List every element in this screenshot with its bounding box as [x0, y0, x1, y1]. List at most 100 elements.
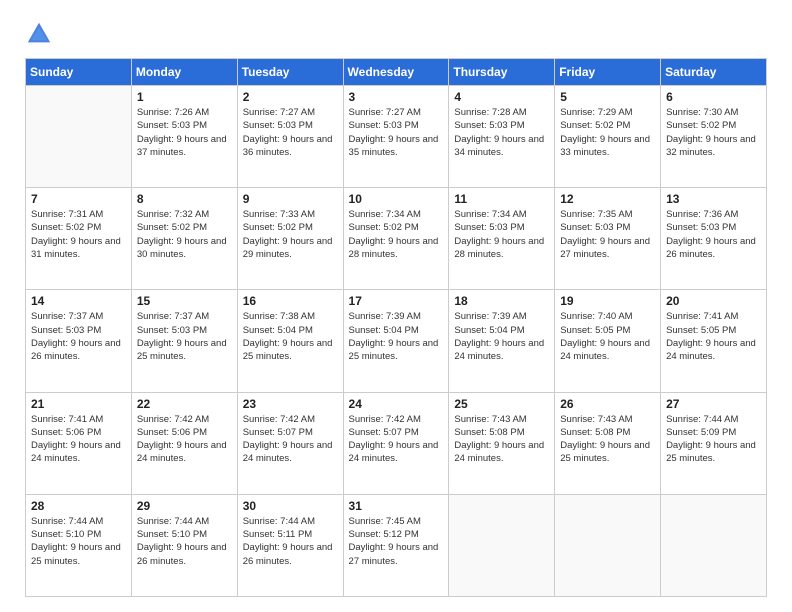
calendar-day-cell: 31 Sunrise: 7:45 AMSunset: 5:12 PMDayligh… [343, 494, 449, 596]
day-info: Sunrise: 7:40 AMSunset: 5:05 PMDaylight:… [560, 311, 650, 362]
calendar-weekday-monday: Monday [131, 59, 237, 86]
calendar-day-cell: 25Sunrise: 7:43 AMSunset: 5:08 PMDayligh… [449, 392, 555, 494]
day-info: Sunrise: 7:42 AMSunset: 5:07 PMDaylight:… [349, 414, 439, 465]
day-info: Sunrise: 7:44 AMSunset: 5:10 PMDaylight:… [137, 516, 227, 567]
day-number: 1 [137, 90, 232, 104]
calendar-day-cell: 8 Sunrise: 7:32 AMSunset: 5:02 PMDaylight… [131, 188, 237, 290]
calendar-day-cell: 23 Sunrise: 7:42 AMSunset: 5:07 PMDayligh… [237, 392, 343, 494]
calendar-day-cell: 9 Sunrise: 7:33 AMSunset: 5:02 PMDaylight… [237, 188, 343, 290]
day-number: 6 [666, 90, 761, 104]
day-info: Sunrise: 7:30 AMSunset: 5:02 PMDaylight:… [666, 107, 756, 158]
day-info: Sunrise: 7:38 AMSunset: 5:04 PMDaylight:… [243, 311, 333, 362]
day-info: Sunrise: 7:41 AMSunset: 5:06 PMDaylight:… [31, 414, 121, 465]
calendar-weekday-tuesday: Tuesday [237, 59, 343, 86]
calendar-weekday-saturday: Saturday [661, 59, 767, 86]
day-info: Sunrise: 7:44 AMSunset: 5:09 PMDaylight:… [666, 414, 756, 465]
calendar-day-cell: 6 Sunrise: 7:30 AMSunset: 5:02 PMDaylight… [661, 86, 767, 188]
logo-icon [25, 20, 53, 48]
calendar-week-row: 21 Sunrise: 7:41 AMSunset: 5:06 PMDayligh… [26, 392, 767, 494]
day-number: 2 [243, 90, 338, 104]
calendar-day-cell: 13Sunrise: 7:36 AMSunset: 5:03 PMDayligh… [661, 188, 767, 290]
page: SundayMondayTuesdayWednesdayThursdayFrid… [0, 0, 792, 612]
day-info: Sunrise: 7:29 AMSunset: 5:02 PMDaylight:… [560, 107, 650, 158]
day-number: 7 [31, 192, 126, 206]
calendar-day-cell: 24 Sunrise: 7:42 AMSunset: 5:07 PMDayligh… [343, 392, 449, 494]
logo [25, 20, 57, 48]
day-info: Sunrise: 7:39 AMSunset: 5:04 PMDaylight:… [454, 311, 544, 362]
day-info: Sunrise: 7:28 AMSunset: 5:03 PMDaylight:… [454, 107, 544, 158]
day-number: 30 [243, 499, 338, 513]
day-number: 24 [349, 397, 444, 411]
day-number: 15 [137, 294, 232, 308]
calendar-day-cell: 16 Sunrise: 7:38 AMSunset: 5:04 PMDayligh… [237, 290, 343, 392]
calendar-day-cell: 29 Sunrise: 7:44 AMSunset: 5:10 PMDayligh… [131, 494, 237, 596]
day-number: 17 [349, 294, 444, 308]
calendar-day-cell: 15Sunrise: 7:37 AMSunset: 5:03 PMDayligh… [131, 290, 237, 392]
day-info: Sunrise: 7:33 AMSunset: 5:02 PMDaylight:… [243, 209, 333, 260]
day-info: Sunrise: 7:27 AMSunset: 5:03 PMDaylight:… [349, 107, 439, 158]
day-number: 26 [560, 397, 655, 411]
calendar-day-cell: 5 Sunrise: 7:29 AMSunset: 5:02 PMDaylight… [555, 86, 661, 188]
day-info: Sunrise: 7:32 AMSunset: 5:02 PMDaylight:… [137, 209, 227, 260]
day-info: Sunrise: 7:37 AMSunset: 5:03 PMDaylight:… [31, 311, 121, 362]
calendar-week-row: 28 Sunrise: 7:44 AMSunset: 5:10 PMDayligh… [26, 494, 767, 596]
day-number: 3 [349, 90, 444, 104]
day-number: 5 [560, 90, 655, 104]
calendar-weekday-friday: Friday [555, 59, 661, 86]
day-number: 28 [31, 499, 126, 513]
calendar-day-cell: 11 Sunrise: 7:34 AMSunset: 5:03 PMDayligh… [449, 188, 555, 290]
day-info: Sunrise: 7:44 AMSunset: 5:11 PMDaylight:… [243, 516, 333, 567]
day-number: 21 [31, 397, 126, 411]
calendar-day-cell: 10Sunrise: 7:34 AMSunset: 5:02 PMDayligh… [343, 188, 449, 290]
day-number: 25 [454, 397, 549, 411]
calendar-day-cell: 14 Sunrise: 7:37 AMSunset: 5:03 PMDayligh… [26, 290, 132, 392]
calendar-header-row: SundayMondayTuesdayWednesdayThursdayFrid… [26, 59, 767, 86]
calendar-day-cell: 3 Sunrise: 7:27 AMSunset: 5:03 PMDaylight… [343, 86, 449, 188]
day-number: 23 [243, 397, 338, 411]
calendar-day-cell: 28Sunrise: 7:44 AMSunset: 5:10 PMDayligh… [26, 494, 132, 596]
day-number: 27 [666, 397, 761, 411]
day-info: Sunrise: 7:26 AMSunset: 5:03 PMDaylight:… [137, 107, 227, 158]
calendar-day-cell [555, 494, 661, 596]
day-number: 10 [349, 192, 444, 206]
day-info: Sunrise: 7:27 AMSunset: 5:03 PMDaylight:… [243, 107, 333, 158]
calendar-day-cell [661, 494, 767, 596]
day-number: 31 [349, 499, 444, 513]
calendar-day-cell: 18 Sunrise: 7:39 AMSunset: 5:04 PMDayligh… [449, 290, 555, 392]
day-number: 14 [31, 294, 126, 308]
day-number: 16 [243, 294, 338, 308]
day-info: Sunrise: 7:45 AMSunset: 5:12 PMDaylight:… [349, 516, 439, 567]
day-number: 13 [666, 192, 761, 206]
day-number: 29 [137, 499, 232, 513]
calendar-weekday-wednesday: Wednesday [343, 59, 449, 86]
calendar-week-row: 14 Sunrise: 7:37 AMSunset: 5:03 PMDayligh… [26, 290, 767, 392]
calendar-day-cell [449, 494, 555, 596]
day-info: Sunrise: 7:42 AMSunset: 5:07 PMDaylight:… [243, 414, 333, 465]
calendar-table: SundayMondayTuesdayWednesdayThursdayFrid… [25, 58, 767, 597]
calendar-day-cell: 27 Sunrise: 7:44 AMSunset: 5:09 PMDayligh… [661, 392, 767, 494]
calendar-day-cell [26, 86, 132, 188]
day-number: 9 [243, 192, 338, 206]
calendar-day-cell: 12Sunrise: 7:35 AMSunset: 5:03 PMDayligh… [555, 188, 661, 290]
day-number: 20 [666, 294, 761, 308]
calendar-day-cell: 30 Sunrise: 7:44 AMSunset: 5:11 PMDayligh… [237, 494, 343, 596]
day-number: 22 [137, 397, 232, 411]
calendar-day-cell: 1 Sunrise: 7:26 AMSunset: 5:03 PMDaylight… [131, 86, 237, 188]
day-number: 19 [560, 294, 655, 308]
day-number: 8 [137, 192, 232, 206]
calendar-day-cell: 26Sunrise: 7:43 AMSunset: 5:08 PMDayligh… [555, 392, 661, 494]
day-number: 11 [454, 192, 549, 206]
calendar-weekday-thursday: Thursday [449, 59, 555, 86]
calendar-week-row: 7 Sunrise: 7:31 AMSunset: 5:02 PMDaylight… [26, 188, 767, 290]
day-info: Sunrise: 7:31 AMSunset: 5:02 PMDaylight:… [31, 209, 121, 260]
day-number: 18 [454, 294, 549, 308]
day-info: Sunrise: 7:42 AMSunset: 5:06 PMDaylight:… [137, 414, 227, 465]
calendar-day-cell: 21 Sunrise: 7:41 AMSunset: 5:06 PMDayligh… [26, 392, 132, 494]
calendar-weekday-sunday: Sunday [26, 59, 132, 86]
calendar-week-row: 1 Sunrise: 7:26 AMSunset: 5:03 PMDaylight… [26, 86, 767, 188]
calendar-day-cell: 2 Sunrise: 7:27 AMSunset: 5:03 PMDaylight… [237, 86, 343, 188]
calendar-day-cell: 22 Sunrise: 7:42 AMSunset: 5:06 PMDayligh… [131, 392, 237, 494]
day-info: Sunrise: 7:35 AMSunset: 5:03 PMDaylight:… [560, 209, 650, 260]
day-info: Sunrise: 7:34 AMSunset: 5:03 PMDaylight:… [454, 209, 544, 260]
calendar-day-cell: 17Sunrise: 7:39 AMSunset: 5:04 PMDayligh… [343, 290, 449, 392]
